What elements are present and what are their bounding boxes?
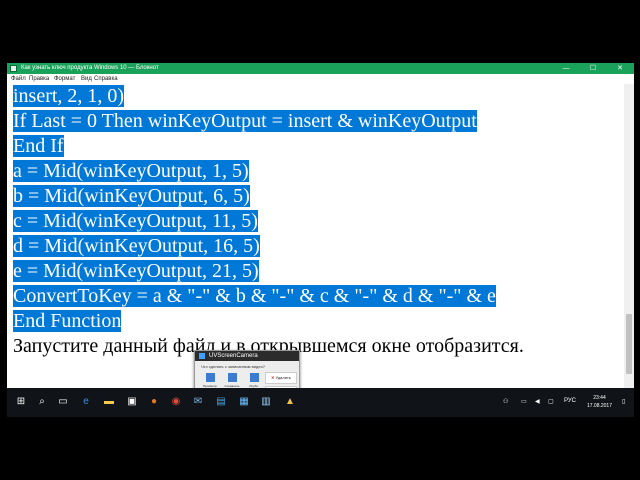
edge-browser-icon[interactable]: e (79, 395, 93, 409)
pinned-app-icon[interactable]: ▲ (283, 395, 297, 409)
code-line: End If (13, 134, 64, 158)
menu-format[interactable]: Формат (54, 75, 75, 83)
code-line: insert, 2, 1, 0) (13, 84, 125, 108)
mail-icon[interactable]: ✉ (191, 395, 205, 409)
selected-text: ConvertToKey = a & "-" & b & "-" & c & "… (13, 285, 496, 307)
clock-time: 23:44 (593, 395, 606, 401)
start-windows-icon[interactable]: ⊞ (14, 395, 28, 409)
scrollbar-thumb[interactable] (626, 314, 632, 374)
selected-text: End If (13, 135, 64, 157)
search-icon[interactable]: ⌕ (35, 395, 49, 409)
menu-help[interactable]: Справка (94, 75, 118, 83)
volume-icon[interactable]: ◀ (535, 398, 540, 405)
language-indicator[interactable]: РУС (564, 398, 576, 404)
notepad-icon (10, 65, 17, 72)
play-icon (205, 373, 215, 382)
code-line: c = Mid(winKeyOutput, 11, 5) (13, 209, 258, 233)
save-icon (227, 373, 237, 382)
people-icon[interactable]: ⚇ (503, 398, 508, 405)
screen-camera-icon[interactable]: ▦ (237, 395, 251, 409)
minimize-button[interactable]: — (553, 63, 579, 74)
dialog-titlebar[interactable]: UVScreenCamera (195, 351, 299, 361)
selected-text: insert, 2, 1, 0) (13, 85, 125, 107)
task-view-icon[interactable]: ▭ (56, 395, 70, 409)
window-titlebar[interactable]: Как узнать ключ продукта Windows 10 — Бл… (7, 63, 634, 74)
text-editor[interactable]: insert, 2, 1, 0) If Last = 0 Then winKey… (7, 84, 624, 388)
code-line: ConvertToKey = a & "-" & b & "-" & c & "… (13, 284, 496, 308)
clock[interactable]: 23:44 17.08.2017 (587, 394, 612, 410)
chrome-icon[interactable]: ◉ (169, 395, 183, 409)
code-line: End Function (13, 309, 122, 333)
selected-text: d = Mid(winKeyOutput, 16, 5) (13, 235, 260, 257)
file-explorer-icon[interactable]: ▬ (102, 395, 116, 409)
code-line: d = Mid(winKeyOutput, 16, 5) (13, 234, 260, 258)
notepad-task-icon[interactable]: ▥ (259, 395, 273, 409)
code-line: b = Mid(winKeyOutput, 6, 5) (13, 184, 250, 208)
close-button[interactable]: ✕ (607, 63, 633, 74)
menu-file[interactable]: Файл (11, 75, 26, 83)
delete-icon: ✕ (271, 375, 275, 380)
upload-icon (249, 373, 259, 382)
clock-date: 17.08.2017 (586, 403, 612, 409)
selected-text: End Function (13, 310, 122, 332)
taskbar: ⊞ ⌕ ▭ e ▬ ▣ ● ◉ ✉ ▤ ▦ ▥ ▲ ⚇ ▭ ◀ ▢ РУС 23… (7, 388, 634, 417)
camera-icon (199, 353, 205, 359)
code-line: e = Mid(winKeyOutput, 21, 5) (13, 259, 259, 283)
desktop-screen: Как узнать ключ продукта Windows 10 — Бл… (7, 63, 634, 417)
vertical-scrollbar[interactable] (624, 84, 634, 388)
selected-text: If Last = 0 Then winKeyOutput = insert &… (13, 110, 477, 132)
maximize-button[interactable]: ☐ (580, 63, 606, 74)
dialog-question: Что сделать с записанным видео? (201, 364, 266, 369)
action-center-icon[interactable]: ▯ (622, 398, 625, 405)
code-line: If Last = 0 Then winKeyOutput = insert &… (13, 109, 477, 133)
delete-button[interactable]: ✕ Удалить (265, 372, 297, 384)
window-title: Как узнать ключ продукта Windows 10 — Бл… (21, 65, 159, 71)
selected-text: e = Mid(winKeyOutput, 21, 5) (13, 260, 259, 282)
code-line: a = Mid(winKeyOutput, 1, 5) (13, 159, 249, 183)
app-icon[interactable]: ▤ (214, 395, 228, 409)
store-icon[interactable]: ▣ (125, 395, 139, 409)
selected-text: c = Mid(winKeyOutput, 11, 5) (13, 210, 258, 232)
dialog-title: UVScreenCamera (209, 353, 258, 359)
menu-view[interactable]: Вид (81, 75, 92, 83)
selected-text: a = Mid(winKeyOutput, 1, 5) (13, 160, 249, 182)
notifications-icon[interactable]: ▢ (548, 398, 554, 405)
network-icon[interactable]: ▭ (521, 398, 527, 405)
selected-text: b = Mid(winKeyOutput, 6, 5) (13, 185, 250, 207)
menu-edit[interactable]: Правка (29, 75, 49, 83)
firefox-icon[interactable]: ● (147, 395, 161, 409)
